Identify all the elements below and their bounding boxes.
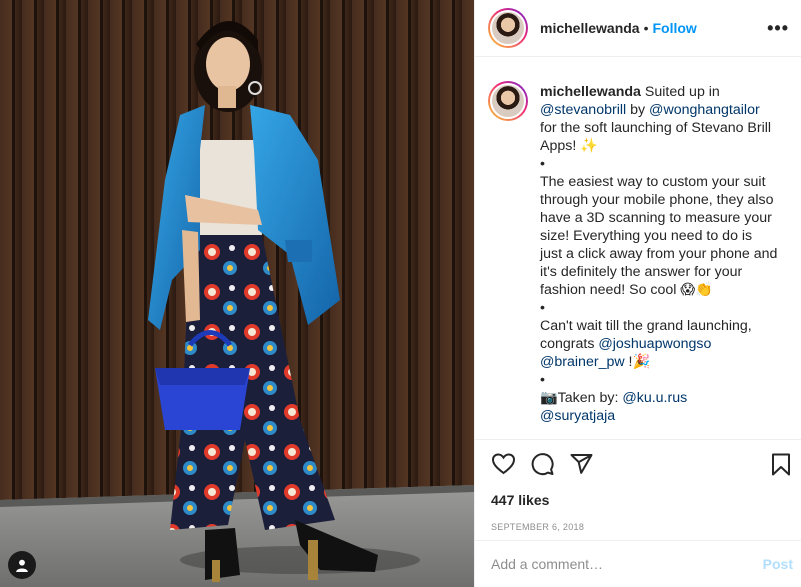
caption-paragraph-3-tail: !🎉 [624, 354, 651, 370]
bullet: • [540, 156, 545, 172]
avatar[interactable] [488, 8, 528, 48]
post-panel: michellewanda • Follow ••• michellewanda… [474, 0, 801, 587]
caption-username[interactable]: michellewanda [540, 84, 641, 100]
caption-paragraph-2: The easiest way to custom your suit thro… [540, 174, 778, 298]
caption-text: michellewanda Suited up in @stevanobrill… [540, 83, 778, 439]
bullet: • [540, 372, 545, 388]
mention-link[interactable]: @stevanobrill [540, 102, 626, 118]
caption-by: by [626, 102, 650, 118]
caption-text-1-tail: for the soft launching of Stevano Brill … [540, 120, 772, 154]
action-icons [491, 450, 793, 478]
header-username[interactable]: michellewanda [540, 20, 640, 36]
comment-bar: Post [475, 540, 801, 587]
follow-button[interactable]: Follow [653, 20, 697, 36]
mention-link[interactable]: @suryatjaja [540, 408, 615, 424]
comment-input[interactable] [491, 556, 763, 572]
separator-dot: • [643, 20, 649, 36]
mention-link[interactable]: @brainer_pw [540, 354, 625, 370]
caption-text-1: Suited up in [640, 84, 720, 100]
post-date[interactable]: SEPTEMBER 6, 2018 [491, 522, 793, 532]
post-actions: 447 likes SEPTEMBER 6, 2018 [475, 439, 801, 548]
mention-link[interactable]: @wonghangtailor [649, 102, 760, 118]
photo-image [0, 0, 474, 587]
user-tag-button[interactable] [8, 551, 36, 579]
share-icon[interactable] [569, 452, 594, 476]
post-header: michellewanda • Follow ••• [475, 0, 801, 57]
caption-taken-by: 📷Taken by: [540, 390, 623, 406]
heart-icon[interactable] [491, 452, 516, 476]
mention-link[interactable]: @ku.u.rus [622, 390, 687, 406]
mention-link[interactable]: @joshuapwongso [598, 336, 711, 352]
bookmark-icon[interactable] [769, 452, 793, 477]
caption-area: michellewanda Suited up in @stevanobrill… [475, 57, 801, 439]
like-count[interactable]: 447 likes [491, 492, 793, 508]
more-options-icon[interactable]: ••• [767, 18, 789, 39]
post-comment-button[interactable]: Post [763, 556, 793, 572]
comment-icon[interactable] [530, 452, 555, 476]
bullet: • [540, 300, 545, 316]
caption-avatar[interactable] [488, 81, 528, 121]
user-icon [16, 559, 28, 572]
post-photo[interactable] [0, 0, 474, 587]
